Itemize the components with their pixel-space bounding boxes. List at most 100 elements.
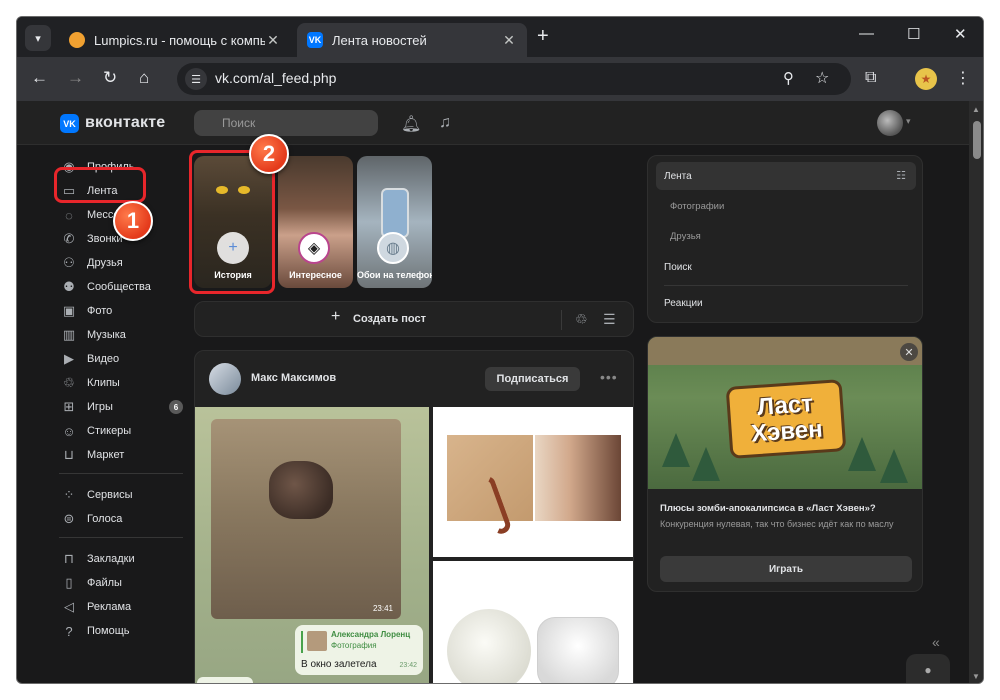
fish-image (269, 461, 333, 519)
nav-item-communities[interactable]: ⚉ Сообщества (59, 275, 187, 299)
reply-thumbnail (307, 631, 327, 651)
filter-label: Поиск (664, 261, 692, 273)
sort-feed-icon[interactable]: ☰ (603, 311, 616, 328)
nav-label: Друзья (87, 257, 123, 269)
nav-label: Видео (87, 353, 120, 365)
search-input[interactable] (194, 110, 378, 136)
nav-item-video[interactable]: ▶ Видео (59, 347, 187, 371)
bookmark-star-icon[interactable]: ☆ (815, 68, 829, 88)
game-ad-card[interactable]: Ласт Хэвен ✕ Плюсы зомби-апокалипсиса в … (647, 336, 923, 592)
address-bar[interactable]: ☰ vk.com/al_feed.php ⚲ ☆ (177, 63, 851, 95)
chat-icon[interactable]: ● (906, 654, 950, 683)
tab-search-button[interactable]: ▾ (25, 25, 51, 51)
shopping-bag-icon: ⊔ (63, 447, 75, 462)
browser-profile-avatar[interactable]: ★ (915, 68, 937, 90)
friends-icon: ⚇ (63, 255, 75, 270)
post-author[interactable]: Макс Максимов (251, 372, 336, 384)
sticker-icon: ☺ (62, 423, 76, 439)
tab-lumpics[interactable]: Lumpics.ru - помощь с компьютером ✕ (59, 23, 291, 57)
story-wallpapers[interactable]: ◍ Обои на телефон (357, 156, 432, 288)
nav-label: Помощь (87, 625, 130, 637)
new-tab-button[interactable]: + (537, 25, 549, 48)
tab-title: Лента новостей (332, 32, 427, 48)
filter-photos[interactable]: Фотографии (656, 192, 916, 220)
scroll-up-icon[interactable]: ▲ (972, 105, 980, 114)
phone-icon: ✆ (63, 231, 75, 246)
back-icon[interactable]: ← (31, 68, 48, 88)
close-tab-icon[interactable]: ✕ (265, 32, 281, 49)
minimize-icon[interactable]: — (859, 25, 874, 42)
channel-avatar-icon: ◍ (377, 232, 409, 264)
user-avatar[interactable] (877, 110, 903, 136)
clip-icon[interactable]: ♲ (575, 311, 588, 328)
play-button[interactable]: Играть (660, 556, 912, 582)
post-image-earbuds[interactable] (433, 561, 633, 683)
nav-item-stickers[interactable]: ☺ Стикеры (59, 419, 187, 443)
music-note-icon[interactable]: ♫ (439, 114, 451, 132)
zoom-icon[interactable]: ⚲ (783, 69, 794, 87)
create-post-bar[interactable]: Создать пост + ♲ ☰ (194, 301, 634, 337)
nav-item-services[interactable]: ⁘ Сервисы (59, 483, 187, 507)
forward-icon[interactable]: → (67, 68, 84, 88)
reload-icon[interactable]: ↻ (103, 68, 117, 88)
filter-feed[interactable]: Лента ☷ (656, 162, 916, 190)
nav-item-photos[interactable]: ▣ Фото (59, 299, 187, 323)
close-ad-icon[interactable]: ✕ (900, 343, 918, 361)
filter-reactions[interactable]: Реакции (656, 289, 916, 317)
nav-item-music[interactable]: ▥ Музыка (59, 323, 187, 347)
tab-vk-feed[interactable]: VK Лента новостей ✕ (297, 23, 527, 57)
author-avatar[interactable] (209, 363, 241, 395)
game-logo-line2: Хэвен (750, 415, 824, 448)
more-options-icon[interactable]: ••• (600, 369, 618, 385)
scroll-thumb[interactable] (973, 121, 981, 159)
subscribe-button[interactable]: Подписаться (485, 367, 580, 391)
nav-item-help[interactable]: ? Помощь (59, 619, 187, 643)
post-image-earring[interactable] (433, 407, 633, 557)
megaphone-icon: ◁ (64, 599, 74, 614)
vk-logo-icon[interactable]: VK (60, 114, 79, 133)
home-icon[interactable]: ⌂ (139, 68, 149, 88)
story-interesting[interactable]: ◈ Интересное (278, 156, 353, 288)
browser-menu-icon[interactable]: ⋮ (955, 68, 971, 88)
notifications-bell-icon[interactable]: 🔔︎ (401, 114, 421, 134)
nav-item-files[interactable]: ▯ Файлы (59, 571, 187, 595)
divider (664, 285, 908, 286)
chevron-down-icon[interactable]: ▾ (906, 116, 911, 127)
nav-label: Сообщества (87, 281, 151, 293)
close-tab-icon[interactable]: ✕ (501, 32, 517, 49)
nav-item-votes[interactable]: ⊜ Голоса (59, 507, 187, 531)
browser-window: ▾ Lumpics.ru - помощь с компьютером ✕ VK… (16, 16, 984, 684)
nav-item-clips[interactable]: ♲ Клипы (59, 371, 187, 395)
collapse-sidebar-icon[interactable]: « (932, 634, 940, 650)
site-info-icon[interactable]: ☰ (185, 68, 207, 90)
post-image-telegram[interactable]: 23:41 Александра Лоренц Фотография В окн… (195, 407, 429, 683)
nav-item-ads[interactable]: ◁ Реклама (59, 595, 187, 619)
nav-item-friends[interactable]: ⚇ Друзья (59, 251, 187, 275)
vk-header: VK вконтакте ⚲ 🔔︎ ♫ ▾ (17, 101, 969, 145)
nav-label: Голоса (87, 513, 123, 525)
nav-label: Файлы (87, 577, 122, 589)
scroll-down-icon[interactable]: ▼ (972, 672, 980, 681)
filter-label: Реакции (664, 297, 703, 309)
vk-logo-text[interactable]: вконтакте (85, 114, 165, 132)
vk-favicon-icon: VK (307, 32, 323, 48)
nav-item-games[interactable]: ⊞ Игры 6 (59, 395, 187, 419)
filter-search[interactable]: Поиск (656, 253, 916, 281)
tree-shape (880, 449, 908, 483)
octopus-tentacle (475, 473, 513, 537)
nav-label: Фото (87, 305, 113, 317)
filter-label: Лента (664, 170, 692, 182)
page-scrollbar[interactable]: ▲ ▼ (969, 101, 983, 683)
filter-settings-icon[interactable]: ☷ (896, 169, 906, 182)
close-window-icon[interactable]: ✕ (954, 25, 967, 43)
ad-title[interactable]: Плюсы зомби-апокалипсиса в «Ласт Хэвен»? (660, 503, 876, 514)
nav-item-market[interactable]: ⊔ Маркет (59, 443, 187, 467)
telegram-photo: 23:41 (211, 419, 401, 619)
extensions-icon[interactable]: ⧉ (865, 69, 876, 87)
video-icon: ▶ (64, 351, 74, 366)
maximize-icon[interactable]: ☐ (907, 25, 920, 43)
filter-friends[interactable]: Друзья (656, 222, 916, 250)
story-label: Обои на телефон (357, 270, 432, 280)
nav-item-bookmarks[interactable]: ⊓ Закладки (59, 547, 187, 571)
tree-shape (662, 433, 690, 467)
